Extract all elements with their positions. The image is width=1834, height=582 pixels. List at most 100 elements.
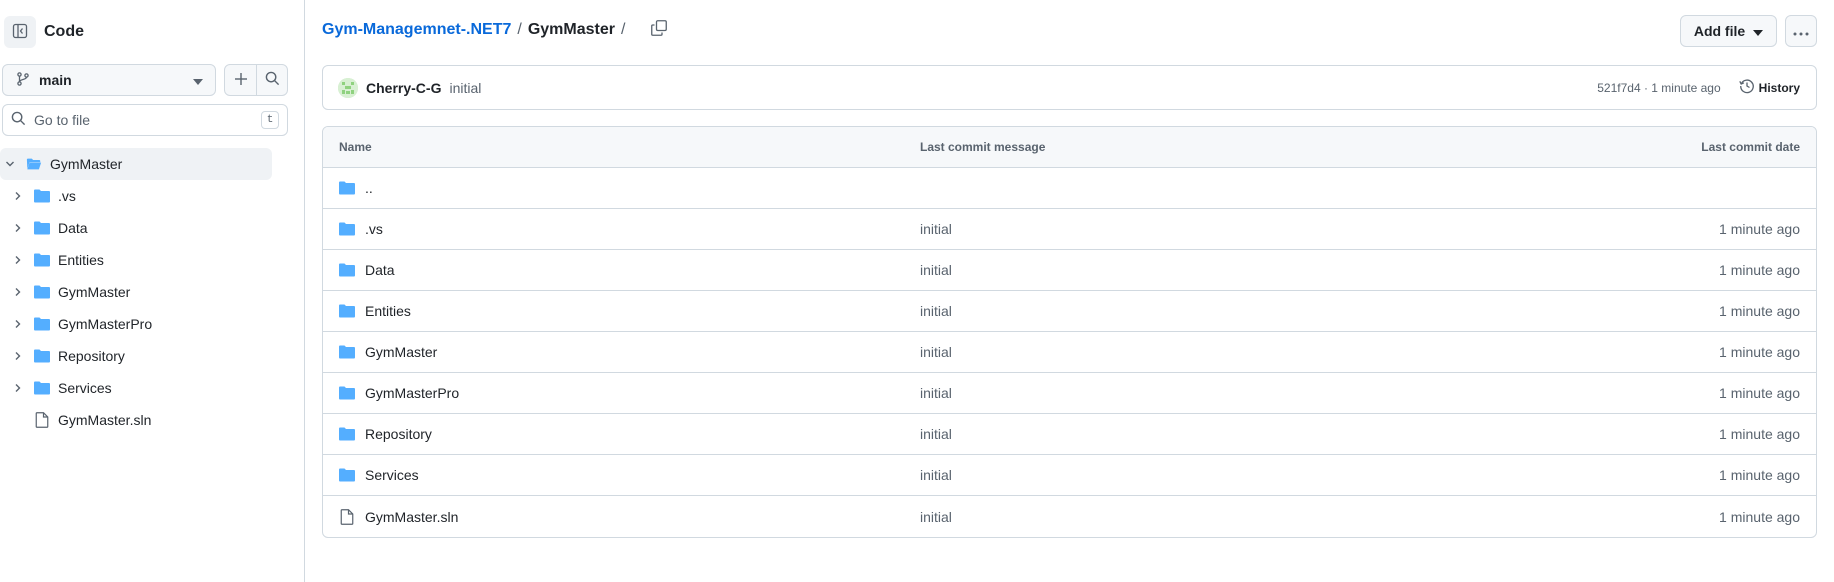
table-row-parent[interactable]: ..	[323, 168, 1816, 209]
breadcrumb-separator: /	[517, 21, 522, 38]
table-row[interactable]: .vs initial 1 minute ago	[323, 209, 1816, 250]
tree-item-gymmasterpro[interactable]: GymMasterPro	[0, 308, 272, 340]
tree-item-label: GymMasterPro	[58, 316, 153, 332]
breadcrumb-current: GymMaster	[527, 21, 615, 38]
file-icon	[339, 508, 355, 525]
cell-date: 1 minute ago	[1719, 508, 1800, 525]
collapse-sidebar-button[interactable]	[4, 16, 36, 48]
cell-message[interactable]: initial	[920, 467, 1516, 483]
cell-name: .vs	[323, 221, 920, 237]
copy-icon	[651, 19, 668, 41]
item-link[interactable]: Data	[365, 262, 395, 278]
tree-item-gymmaster[interactable]: GymMaster	[0, 276, 272, 308]
cell-date: 1 minute ago	[1719, 467, 1800, 483]
folder-icon	[339, 344, 355, 360]
breadcrumb-separator: /	[620, 21, 626, 38]
commit-message-link[interactable]: initial	[449, 80, 481, 96]
tree-item-label: GymMaster	[58, 284, 131, 300]
add-file-button[interactable]: Add file	[1680, 15, 1777, 47]
header-name: Name	[339, 140, 372, 154]
folder-icon	[339, 262, 355, 278]
go-to-file-field[interactable]: t	[2, 104, 288, 136]
item-link[interactable]: Entities	[365, 303, 411, 319]
cell-message[interactable]: initial	[920, 385, 1516, 401]
cell-date: 1 minute ago	[1719, 426, 1800, 442]
cell-message[interactable]: initial	[920, 344, 1516, 360]
item-link[interactable]: GymMasterPro	[365, 385, 459, 401]
cell-name: GymMasterPro	[323, 385, 920, 401]
tree-item-vs[interactable]: .vs	[0, 180, 272, 212]
item-link[interactable]: Repository	[365, 426, 432, 442]
tree-item-entities[interactable]: Entities	[0, 244, 272, 276]
table-header: Name Last commit message Last commit dat…	[323, 127, 1816, 168]
breadcrumb: Gym-Managemnet-.NET7 / GymMaster /	[322, 19, 669, 41]
cell-message[interactable]: initial	[920, 303, 1516, 319]
breadcrumb-repo-link[interactable]: Gym-Managemnet-.NET7	[322, 21, 511, 39]
avatar[interactable]	[338, 77, 358, 98]
chevron-right-icon[interactable]	[10, 348, 26, 364]
search-icon	[265, 71, 280, 89]
add-file-tree-button[interactable]	[225, 65, 256, 95]
tree-item-repository[interactable]: Repository	[0, 340, 272, 372]
copy-path-button[interactable]	[649, 19, 669, 41]
table-row[interactable]: Services initial 1 minute ago	[323, 455, 1816, 496]
file-tree: GymMaster .vs Data Entities GymMaster Gy…	[0, 148, 272, 436]
cell-message[interactable]: initial	[920, 262, 1516, 278]
tree-item-gymmaster-root[interactable]: GymMaster	[0, 148, 272, 180]
file-icon	[34, 412, 50, 428]
folder-icon	[34, 220, 50, 236]
keyboard-shortcut-hint: t	[261, 111, 279, 129]
tree-item-label: Data	[58, 220, 88, 236]
sidebar-title: Code	[44, 23, 84, 40]
cell-message[interactable]: initial	[920, 426, 1516, 442]
tree-item-data[interactable]: Data	[0, 212, 272, 244]
chevron-right-icon[interactable]	[10, 380, 26, 396]
folder-icon	[339, 385, 355, 401]
item-link[interactable]: Services	[365, 467, 419, 483]
cell-message[interactable]: initial	[920, 221, 1516, 237]
history-button[interactable]: History	[1738, 78, 1800, 97]
folder-icon	[34, 188, 50, 204]
chevron-right-icon[interactable]	[10, 284, 26, 300]
cell-name: GymMaster.sln	[323, 509, 920, 525]
item-link[interactable]: GymMaster	[365, 344, 437, 360]
sidebar-header: Code	[4, 16, 84, 48]
cell-date: 1 minute ago	[1719, 221, 1800, 237]
tree-item-services[interactable]: Services	[0, 372, 272, 404]
history-label: History	[1758, 80, 1800, 95]
cell-name: ..	[323, 180, 920, 196]
cell-name: GymMaster	[323, 344, 920, 360]
chevron-right-icon[interactable]	[10, 188, 26, 204]
parent-directory-link[interactable]: ..	[365, 180, 373, 196]
kebab-horizontal-icon	[1793, 23, 1809, 39]
folder-icon	[34, 380, 50, 396]
item-link[interactable]: .vs	[365, 221, 383, 237]
cell-name: Data	[323, 262, 920, 278]
go-to-file-input[interactable]	[34, 112, 261, 128]
branch-name: main	[39, 72, 72, 88]
table-row[interactable]: Entities initial 1 minute ago	[323, 291, 1816, 332]
chevron-right-icon[interactable]	[10, 252, 26, 268]
table-row[interactable]: GymMaster.sln initial 1 minute ago	[323, 496, 1816, 537]
item-link[interactable]: GymMaster.sln	[365, 509, 458, 525]
tree-item-gymmaster-sln[interactable]: GymMaster.sln	[0, 404, 272, 436]
table-row[interactable]: GymMasterPro initial 1 minute ago	[323, 373, 1816, 414]
search-tree-button[interactable]	[256, 65, 287, 95]
chevron-right-icon[interactable]	[10, 316, 26, 332]
folder-icon	[339, 467, 355, 483]
chevron-right-icon[interactable]	[10, 220, 26, 236]
commit-hash-time[interactable]: 521f7d4 · 1 minute ago	[1597, 81, 1720, 95]
history-icon	[1738, 78, 1755, 97]
table-row[interactable]: Data initial 1 minute ago	[323, 250, 1816, 291]
tree-item-label: GymMaster	[50, 156, 123, 172]
header-last-commit-date: Last commit date	[1701, 140, 1800, 154]
more-options-button[interactable]	[1785, 15, 1817, 47]
branch-selector[interactable]: main	[2, 64, 216, 96]
cell-message[interactable]: initial	[920, 509, 1516, 525]
table-row[interactable]: Repository initial 1 minute ago	[323, 414, 1816, 455]
folder-icon	[339, 221, 355, 237]
commit-author-link[interactable]: Cherry-C-G	[366, 80, 441, 96]
directory-table: Name Last commit message Last commit dat…	[322, 126, 1817, 538]
table-row[interactable]: GymMaster initial 1 minute ago	[323, 332, 1816, 373]
chevron-down-icon[interactable]	[2, 156, 18, 172]
